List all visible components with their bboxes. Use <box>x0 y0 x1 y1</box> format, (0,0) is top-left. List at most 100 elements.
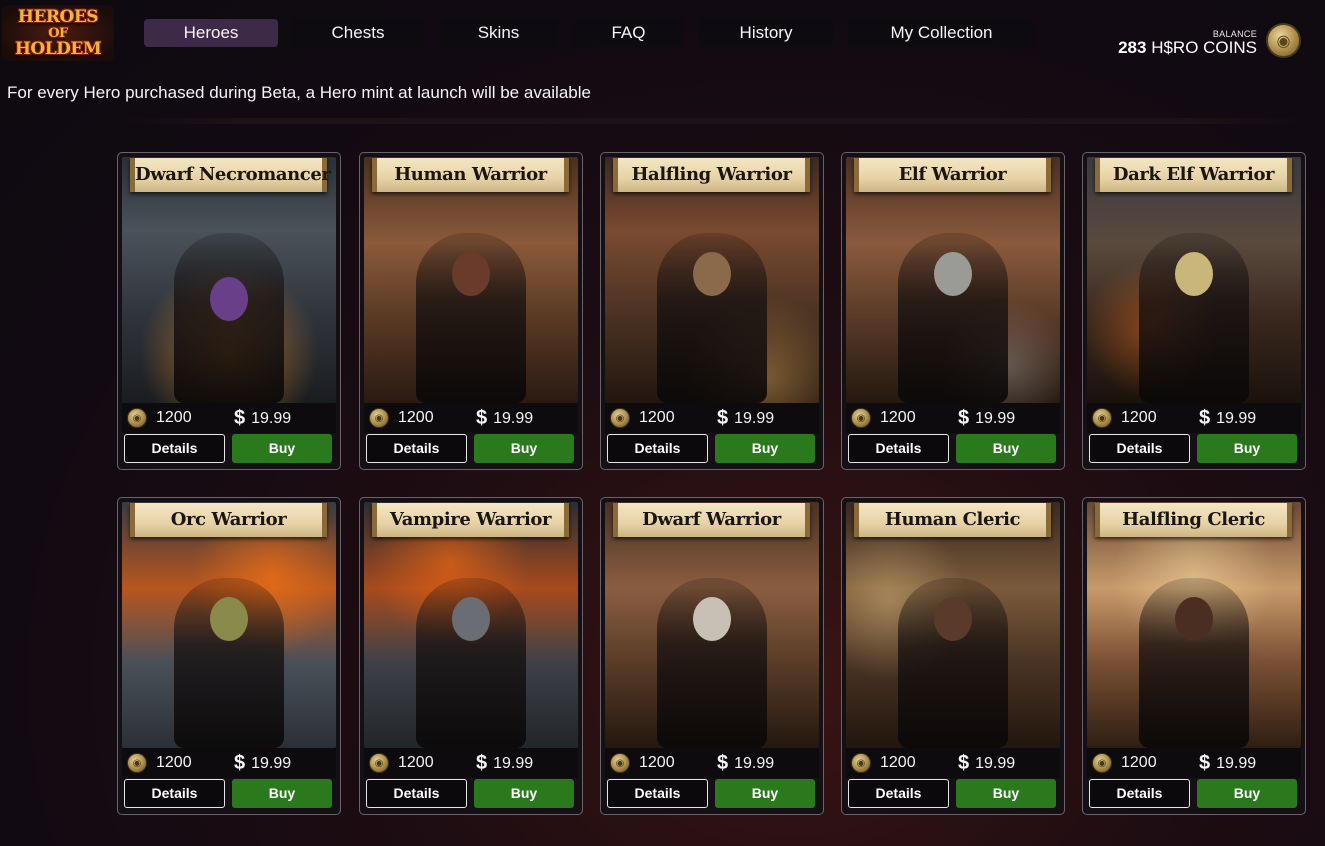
details-button[interactable]: Details <box>1089 434 1190 463</box>
coin-price: 1200 <box>156 754 192 771</box>
hero-artwork[interactable] <box>364 157 578 403</box>
hero-card[interactable]: Dwarf Necromancer ◉ 1200 $19.99 Details … <box>117 152 341 470</box>
buy-button[interactable]: Buy <box>474 434 574 463</box>
hero-head <box>210 597 248 641</box>
buy-button[interactable]: Buy <box>715 434 815 463</box>
usd-price: $19.99 <box>1199 753 1256 774</box>
hero-artwork[interactable] <box>364 502 578 748</box>
buy-button[interactable]: Buy <box>715 779 815 808</box>
hero-card[interactable]: Elf Warrior ◉ 1200 $19.99 Details Buy <box>841 152 1065 470</box>
tab-heroes[interactable]: Heroes <box>144 19 278 47</box>
dollar-sign-icon: $ <box>1199 752 1211 774</box>
coin-price: 1200 <box>880 409 916 426</box>
hero-card[interactable]: Human Cleric ◉ 1200 $19.99 Details Buy <box>841 497 1065 815</box>
details-button[interactable]: Details <box>848 779 949 808</box>
usd-price: $19.99 <box>476 408 533 429</box>
details-button[interactable]: Details <box>124 779 225 808</box>
coin-icon: ◉ <box>610 408 630 428</box>
hero-head <box>1175 597 1213 641</box>
usd-price: $19.99 <box>717 753 774 774</box>
balance-amount: 283 <box>1118 38 1147 57</box>
hero-artwork[interactable] <box>846 502 1060 748</box>
hero-name-banner: Dwarf Necromancer <box>130 158 331 192</box>
hero-name-banner: Elf Warrior <box>854 158 1051 192</box>
details-button[interactable]: Details <box>124 434 225 463</box>
price-row: ◉ 1200 $19.99 <box>1087 748 1301 778</box>
details-button[interactable]: Details <box>366 779 467 808</box>
hero-card[interactable]: Dark Elf Warrior ◉ 1200 $19.99 Details B… <box>1082 152 1306 470</box>
buy-button[interactable]: Buy <box>232 779 332 808</box>
coin-icon: ◉ <box>1266 23 1301 58</box>
details-button[interactable]: Details <box>366 434 467 463</box>
details-button[interactable]: Details <box>607 434 708 463</box>
hero-artwork[interactable] <box>1087 157 1301 403</box>
coin-icon: ◉ <box>610 753 630 773</box>
usd-amount: 19.99 <box>493 410 534 427</box>
usd-price: $19.99 <box>476 753 533 774</box>
hero-card[interactable]: Vampire Warrior ◉ 1200 $19.99 Details Bu… <box>359 497 583 815</box>
buy-button[interactable]: Buy <box>956 779 1056 808</box>
hero-name-banner: Orc Warrior <box>130 503 327 537</box>
hero-name-banner: Dwarf Warrior <box>613 503 810 537</box>
coin-price: 1200 <box>1121 754 1157 771</box>
dollar-sign-icon: $ <box>234 752 246 774</box>
usd-amount: 19.99 <box>251 755 292 772</box>
hero-card[interactable]: Human Warrior ◉ 1200 $19.99 Details Buy <box>359 152 583 470</box>
tab-chests[interactable]: Chests <box>292 19 424 47</box>
dollar-sign-icon: $ <box>717 752 729 774</box>
hero-name-banner: Halfling Warrior <box>613 158 810 192</box>
price-row: ◉ 1200 $19.99 <box>122 403 336 433</box>
hero-head <box>934 597 972 641</box>
hero-artwork[interactable] <box>605 157 819 403</box>
buy-button[interactable]: Buy <box>474 779 574 808</box>
details-button[interactable]: Details <box>848 434 949 463</box>
hero-card[interactable]: Dwarf Warrior ◉ 1200 $19.99 Details Buy <box>600 497 824 815</box>
hero-head <box>452 252 490 296</box>
dollar-sign-icon: $ <box>717 407 729 429</box>
usd-amount: 19.99 <box>493 755 534 772</box>
usd-price: $19.99 <box>1199 408 1256 429</box>
logo-line-1: HEROES <box>17 6 99 27</box>
balance-value: 283 H$RO COINS <box>1118 39 1257 57</box>
hero-artwork[interactable] <box>846 157 1060 403</box>
coin-icon: ◉ <box>127 753 147 773</box>
hero-artwork[interactable] <box>122 502 336 748</box>
dollar-sign-icon: $ <box>958 407 970 429</box>
usd-amount: 19.99 <box>1216 410 1257 427</box>
hero-card[interactable]: Orc Warrior ◉ 1200 $19.99 Details Buy <box>117 497 341 815</box>
buy-button[interactable]: Buy <box>1197 434 1297 463</box>
hero-name-banner: Human Cleric <box>854 503 1051 537</box>
details-button[interactable]: Details <box>607 779 708 808</box>
hero-name-banner: Human Warrior <box>372 158 569 192</box>
hero-card[interactable]: Halfling Warrior ◉ 1200 $19.99 Details B… <box>600 152 824 470</box>
balance-currency: H$RO COINS <box>1151 38 1257 57</box>
hero-head <box>693 252 731 296</box>
dollar-sign-icon: $ <box>1199 407 1211 429</box>
price-row: ◉ 1200 $19.99 <box>364 748 578 778</box>
price-row: ◉ 1200 $19.99 <box>846 403 1060 433</box>
hero-card[interactable]: Halfling Cleric ◉ 1200 $19.99 Details Bu… <box>1082 497 1306 815</box>
heroes-of-holdem-logo[interactable]: HEROES OF HOLDEM <box>2 5 114 61</box>
price-row: ◉ 1200 $19.99 <box>605 403 819 433</box>
hero-artwork[interactable] <box>1087 502 1301 748</box>
tab-faq[interactable]: FAQ <box>573 19 684 47</box>
coin-icon: ◉ <box>369 753 389 773</box>
price-row: ◉ 1200 $19.99 <box>605 748 819 778</box>
buy-button[interactable]: Buy <box>1197 779 1297 808</box>
coin-price: 1200 <box>156 409 192 426</box>
details-button[interactable]: Details <box>1089 779 1190 808</box>
beta-notice: For every Hero purchased during Beta, a … <box>7 83 591 102</box>
hero-artwork[interactable] <box>122 157 336 403</box>
tab-history[interactable]: History <box>699 19 833 47</box>
coin-price: 1200 <box>639 754 675 771</box>
usd-amount: 19.99 <box>734 755 775 772</box>
hero-artwork[interactable] <box>605 502 819 748</box>
hero-head <box>693 597 731 641</box>
dollar-sign-icon: $ <box>234 407 246 429</box>
buy-button[interactable]: Buy <box>232 434 332 463</box>
coin-price: 1200 <box>880 754 916 771</box>
tab-skins[interactable]: Skins <box>439 19 558 47</box>
balance-display: BALANCE 283 H$RO COINS <box>1118 29 1257 57</box>
buy-button[interactable]: Buy <box>956 434 1056 463</box>
tab-my-collection[interactable]: My Collection <box>848 19 1035 47</box>
